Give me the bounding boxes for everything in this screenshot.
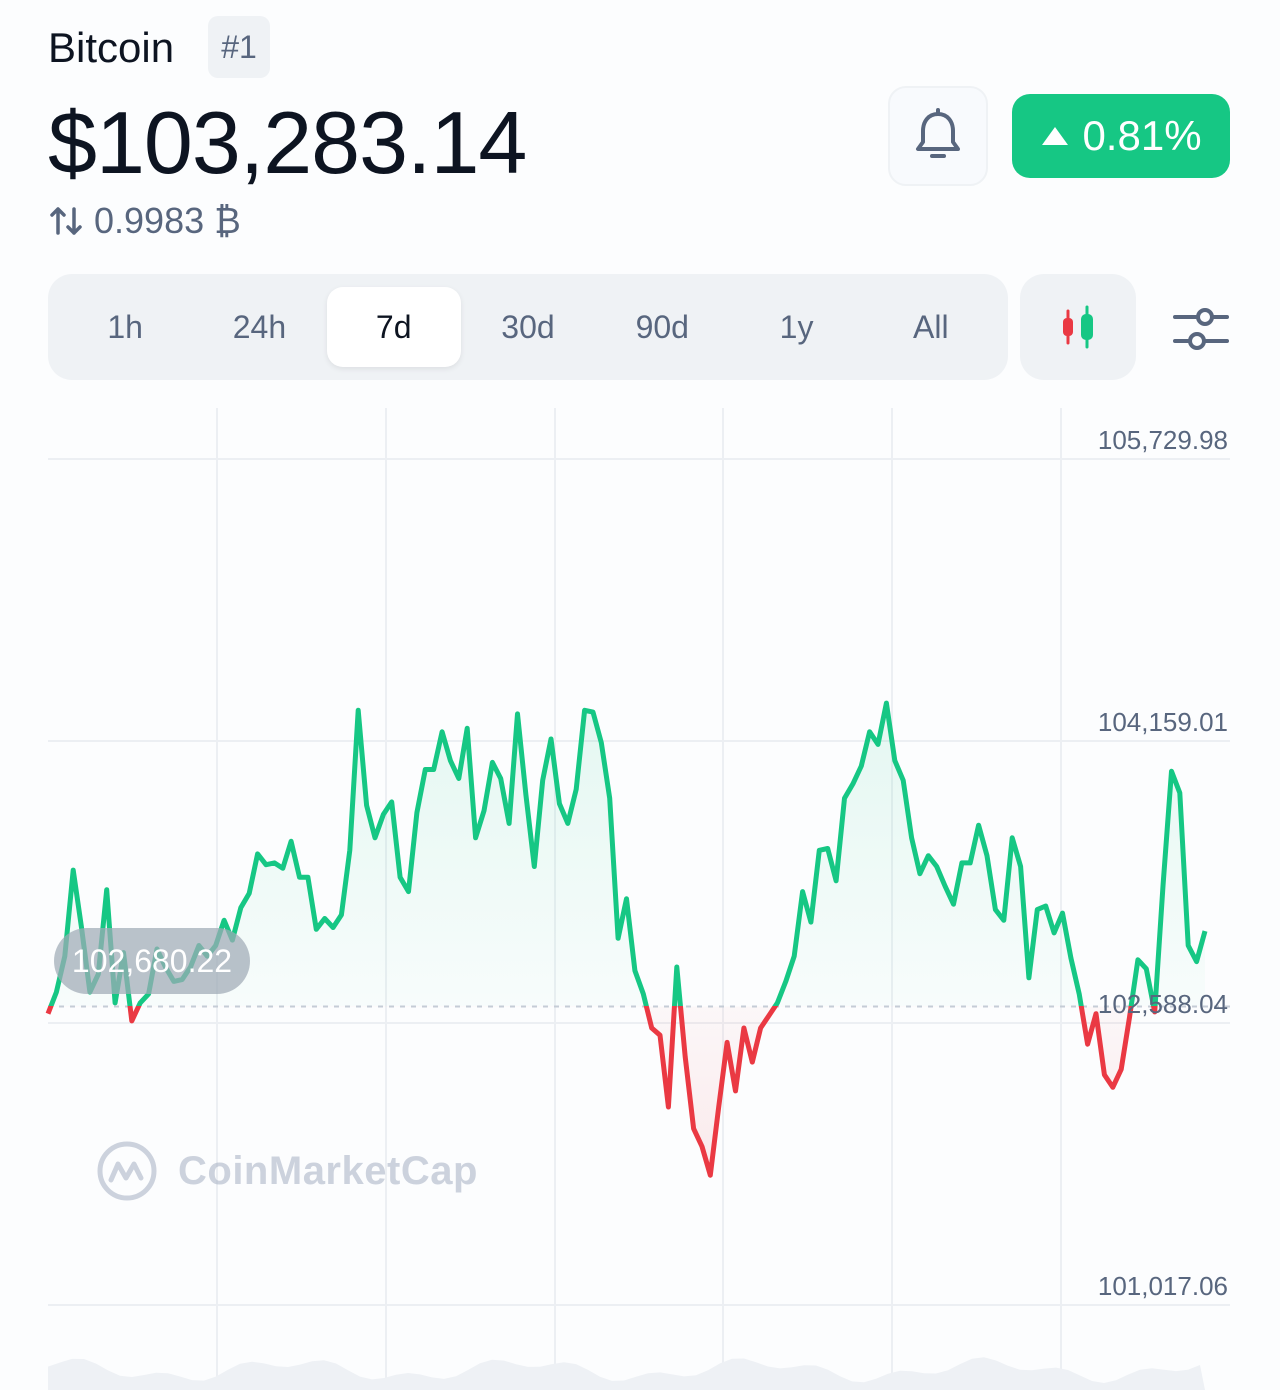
tab-24h[interactable]: 24h	[192, 287, 326, 367]
sliders-icon	[1173, 308, 1229, 350]
y-tick-label: 104,159.01	[1098, 707, 1228, 737]
price-alert-button[interactable]	[888, 86, 988, 186]
rank-badge: #1	[208, 16, 270, 78]
coinmarketcap-watermark: CoinMarketCap	[96, 1140, 478, 1202]
volume-area	[48, 1357, 1205, 1390]
candlestick-icon	[1063, 305, 1093, 349]
tab-90d[interactable]: 90d	[595, 287, 729, 367]
price-change-badge: 0.81%	[1012, 94, 1230, 178]
tab-30d[interactable]: 30d	[461, 287, 595, 367]
tab-1y[interactable]: 1y	[729, 287, 863, 367]
chart-settings-button[interactable]	[1170, 298, 1232, 360]
caret-up-icon	[1042, 127, 1069, 145]
price-chart[interactable]: 105,729.98 104,159.01 102,588.04 101,017.06	[0, 400, 1280, 1390]
tab-all[interactable]: All	[864, 287, 998, 367]
y-tick-label: 105,729.98	[1098, 425, 1228, 455]
baseline-price-label: 102,680.22	[54, 928, 250, 994]
coinmarketcap-logo-icon	[97, 1141, 157, 1201]
btc-conversion[interactable]: 0.9983 ₿	[48, 200, 241, 242]
candlestick-toggle-button[interactable]	[1020, 274, 1136, 380]
time-range-tabs: 1h 24h 7d 30d 90d 1y All	[48, 274, 1008, 380]
swap-arrows-icon	[50, 207, 82, 235]
price-value: $103,283.14	[48, 93, 527, 192]
price-change-value: 0.81%	[1082, 112, 1202, 159]
tab-1h[interactable]: 1h	[58, 287, 192, 367]
tab-7d[interactable]: 7d	[326, 287, 461, 367]
y-tick-label: 101,017.06	[1098, 1271, 1228, 1301]
watermark-text: CoinMarketCap	[178, 1148, 478, 1193]
bell-icon	[916, 108, 960, 158]
btc-value: 0.9983 ₿	[94, 200, 241, 241]
coin-name: Bitcoin	[48, 24, 175, 71]
y-tick-label: 102,588.04	[1098, 989, 1228, 1019]
